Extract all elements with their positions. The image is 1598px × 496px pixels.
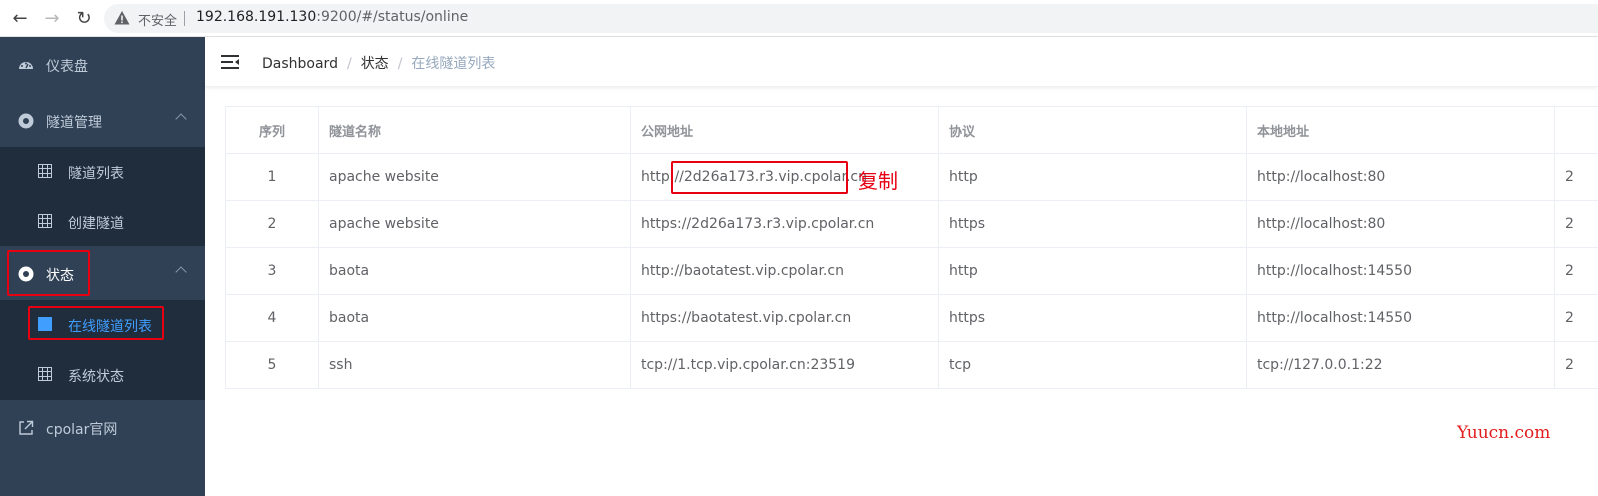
column-header: 隧道名称 bbox=[318, 106, 631, 154]
warning-icon[interactable] bbox=[114, 10, 130, 26]
column-header: 序列 bbox=[225, 106, 319, 154]
url-text[interactable]: 192.168.191.130:9200/#/status/online bbox=[196, 9, 468, 25]
table-cell-public-url[interactable]: https://2d26a173.r3.vip.cpolar.cn bbox=[630, 200, 939, 248]
table-row: 4 baota https://baotatest.vip.cpolar.cn … bbox=[225, 294, 1598, 342]
table-cell: ssh bbox=[318, 341, 631, 389]
table-cell-public-url[interactable]: tcp://1.tcp.vip.cpolar.cn:23519 bbox=[630, 341, 939, 389]
column-header: 公网地址 bbox=[630, 106, 939, 154]
sidebar-item-label: 隧道列表 bbox=[68, 166, 124, 182]
circle-icon bbox=[18, 113, 34, 129]
table-row: 3 baota http://baotatest.vip.cpolar.cn h… bbox=[225, 247, 1598, 295]
url-path: :9200/#/status/online bbox=[316, 9, 469, 25]
security-status[interactable]: 不安全 bbox=[138, 10, 177, 29]
chevron-up-icon bbox=[175, 113, 187, 125]
address-bar[interactable]: 不安全 192.168.191.130:9200/#/status/online bbox=[104, 4, 1598, 33]
sidebar-item-label: 仪表盘 bbox=[46, 59, 88, 75]
watermark: Yuucn.com bbox=[1457, 423, 1551, 443]
table-cell: baota bbox=[318, 294, 631, 342]
table-header-row: 序列 隧道名称 公网地址 协议 本地地址 bbox=[225, 106, 1598, 154]
submenu-tunnel-management: 隧道列表 创建隧道 bbox=[0, 147, 205, 246]
table-cell: 5 bbox=[225, 341, 319, 389]
table-cell: http://localhost:14550 bbox=[1246, 294, 1555, 342]
highlight-box bbox=[28, 306, 164, 340]
table-cell: http://localhost:80 bbox=[1246, 153, 1555, 201]
sidebar-item-tunnel-management[interactable]: 隧道管理 bbox=[0, 93, 205, 149]
table-cell: 2 bbox=[1554, 200, 1598, 248]
breadcrumb-dashboard[interactable]: Dashboard bbox=[262, 56, 338, 72]
table-cell: tcp bbox=[938, 341, 1247, 389]
table-cell: apache website bbox=[318, 200, 631, 248]
breadcrumb-separator: / bbox=[397, 56, 403, 72]
sidebar-item-label: 创建隧道 bbox=[68, 216, 124, 232]
highlight-box bbox=[7, 250, 90, 296]
sidebar-item-system-status[interactable]: 系统状态 bbox=[0, 350, 205, 400]
grid-icon bbox=[38, 164, 52, 178]
sidebar-item-label: cpolar官网 bbox=[46, 422, 118, 438]
sidebar-item-label: 隧道管理 bbox=[46, 115, 102, 131]
table-cell: 2 bbox=[225, 200, 319, 248]
table-cell: http bbox=[938, 153, 1247, 201]
table-cell: https bbox=[938, 200, 1247, 248]
table-cell: 2 bbox=[1554, 294, 1598, 342]
hamburger-icon[interactable] bbox=[221, 54, 239, 70]
column-header: 本地地址 bbox=[1246, 106, 1555, 154]
table-cell: https bbox=[938, 294, 1247, 342]
breadcrumb-separator: / bbox=[346, 56, 352, 72]
highlight-box bbox=[671, 161, 848, 194]
sidebar-item-create-tunnel[interactable]: 创建隧道 bbox=[0, 197, 205, 247]
dashboard-icon bbox=[19, 62, 33, 69]
chevron-up-icon bbox=[175, 266, 187, 278]
sidebar-item-label: 系统状态 bbox=[68, 369, 124, 385]
browser-toolbar: ← → ↻ 不安全 192.168.191.130:9200/#/status/… bbox=[0, 0, 1598, 37]
table-cell: tcp://127.0.0.1:22 bbox=[1246, 341, 1555, 389]
arrow-left-icon[interactable]: ← bbox=[8, 7, 32, 31]
table-cell: 2 bbox=[1554, 341, 1598, 389]
table-cell: 2 bbox=[1554, 153, 1598, 201]
reload-icon[interactable]: ↻ bbox=[72, 7, 96, 31]
grid-icon bbox=[38, 367, 52, 381]
table-cell: 2 bbox=[1554, 247, 1598, 295]
table-row: 5 ssh tcp://1.tcp.vip.cpolar.cn:23519 tc… bbox=[225, 341, 1598, 389]
arrow-right-icon[interactable]: → bbox=[40, 7, 64, 31]
main-content: Dashboard / 状态 / 在线隧道列表 序列 隧道名称 公网地址 协议 本地地址 bbox=[205, 37, 1598, 496]
grid-icon bbox=[38, 214, 52, 228]
url-host: 192.168.191.130 bbox=[196, 9, 317, 25]
table-cell-public-url[interactable]: http://baotatest.vip.cpolar.cn bbox=[630, 247, 939, 295]
table-cell: http://localhost:14550 bbox=[1246, 247, 1555, 295]
table-row: 1 apache website http://2d26a173.r3.vip.… bbox=[225, 153, 1598, 201]
column-header bbox=[1554, 106, 1598, 154]
page: ← → ↻ 不安全 192.168.191.130:9200/#/status/… bbox=[0, 0, 1598, 496]
table-cell: 4 bbox=[225, 294, 319, 342]
sidebar-item-tunnel-list[interactable]: 隧道列表 bbox=[0, 147, 205, 197]
sidebar: 仪表盘 隧道管理 隧道列表 创建隧道 状态 在线隧道列表 系统状态 cpolar… bbox=[0, 37, 205, 496]
column-header: 协议 bbox=[938, 106, 1247, 154]
copy-annotation: 复制 bbox=[858, 169, 898, 193]
table-row: 2 apache website https://2d26a173.r3.vip… bbox=[225, 200, 1598, 248]
table-cell: 3 bbox=[225, 247, 319, 295]
external-link-icon bbox=[19, 420, 34, 435]
sidebar-item-dashboard[interactable]: 仪表盘 bbox=[0, 37, 205, 93]
divider bbox=[184, 11, 185, 26]
breadcrumb-current: 在线隧道列表 bbox=[411, 56, 496, 72]
table-cell-public-url[interactable]: https://baotatest.vip.cpolar.cn bbox=[630, 294, 939, 342]
table-cell: http bbox=[938, 247, 1247, 295]
breadcrumb-status[interactable]: 状态 bbox=[361, 56, 389, 72]
table-cell: http://localhost:80 bbox=[1246, 200, 1555, 248]
breadcrumb: Dashboard / 状态 / 在线隧道列表 bbox=[262, 53, 495, 73]
sidebar-item-cpolar-site[interactable]: cpolar官网 bbox=[0, 400, 205, 456]
navbar: Dashboard / 状态 / 在线隧道列表 bbox=[205, 37, 1598, 87]
table-cell: apache website bbox=[318, 153, 631, 201]
tunnel-table: 序列 隧道名称 公网地址 协议 本地地址 1 apache website ht… bbox=[225, 106, 1598, 389]
table-cell: baota bbox=[318, 247, 631, 295]
table-cell: 1 bbox=[225, 153, 319, 201]
